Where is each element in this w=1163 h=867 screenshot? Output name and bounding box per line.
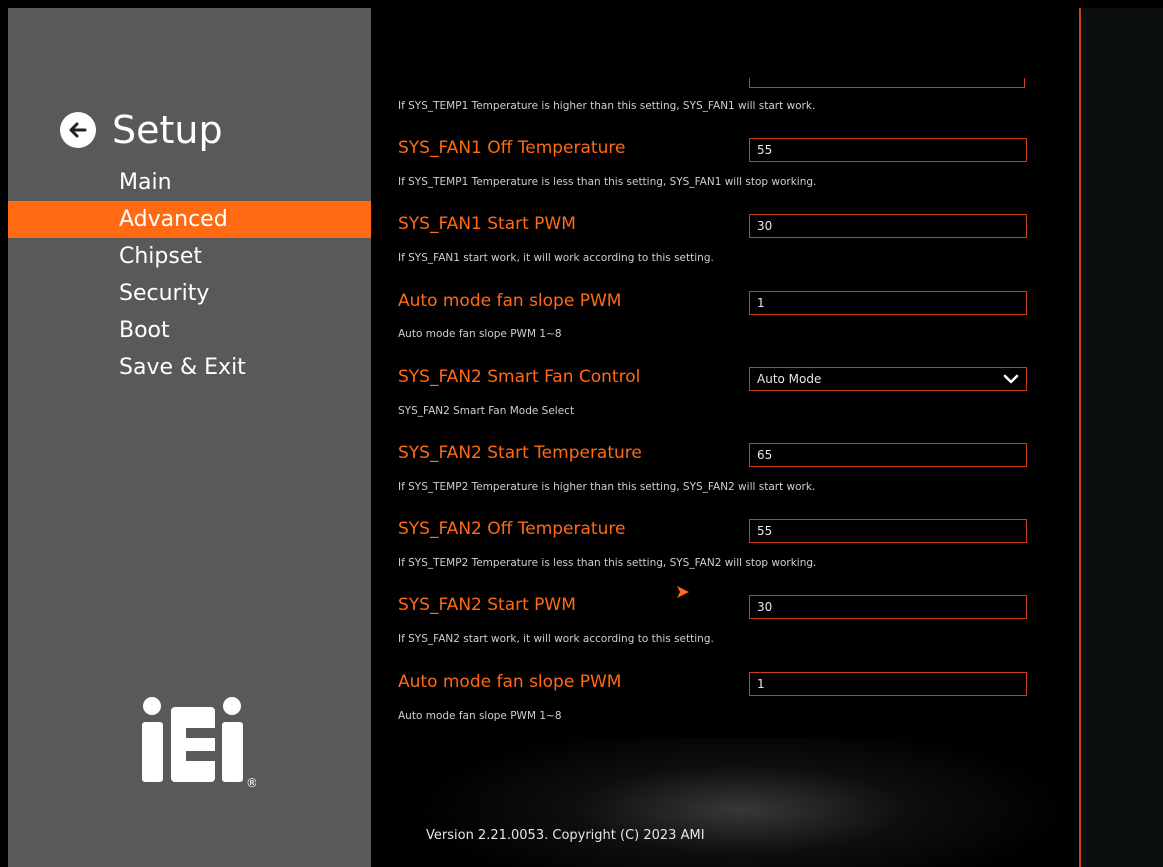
value-field[interactable]: 30 xyxy=(749,214,1027,238)
setting-help: Auto mode fan slope PWM 1~8 xyxy=(398,710,562,722)
setup-title: Setup xyxy=(112,108,223,152)
setting-help: Auto mode fan slope PWM 1~8 xyxy=(398,328,562,340)
setting-help: If SYS_TEMP2 Temperature is less than th… xyxy=(398,557,817,569)
menu-item-save-exit[interactable]: Save & Exit xyxy=(8,349,371,386)
setting-label: SYS_FAN1 Off Temperature xyxy=(398,138,626,158)
mode-select[interactable]: Auto Mode xyxy=(749,367,1027,391)
background-glow xyxy=(411,738,1071,867)
setting-label: SYS_FAN2 Smart Fan Control xyxy=(398,367,641,387)
menu-item-main[interactable]: Main xyxy=(8,164,371,201)
setting-label: SYS_FAN2 Off Temperature xyxy=(398,519,626,539)
sidebar: Setup Main Advanced Chipset Security Boo… xyxy=(8,8,371,867)
setting-help: If SYS_TEMP2 Temperature is higher than … xyxy=(398,481,816,493)
back-arrow-icon[interactable] xyxy=(60,112,96,148)
menu-item-security[interactable]: Security xyxy=(8,275,371,312)
bios-window: Setup Main Advanced Chipset Security Boo… xyxy=(8,8,1163,867)
menu-item-chipset[interactable]: Chipset xyxy=(8,238,371,275)
main-menu: Main Advanced Chipset Security Boot Save… xyxy=(8,164,371,386)
scrolled-field[interactable] xyxy=(749,78,1025,88)
setting-help: SYS_FAN2 Smart Fan Mode Select xyxy=(398,405,575,417)
value-field[interactable]: 55 xyxy=(749,519,1027,543)
setting-help: If SYS_FAN1 start work, it will work acc… xyxy=(398,252,714,264)
version-text: Version 2.21.0053. Copyright (C) 2023 AM… xyxy=(426,828,705,843)
setting-help: If SYS_TEMP1 Temperature is less than th… xyxy=(398,176,817,188)
settings-panel: If SYS_TEMP1 Temperature is higher than … xyxy=(371,8,1079,867)
setting-label: SYS_FAN1 Start PWM xyxy=(398,214,576,234)
setting-help: If SYS_FAN2 start work, it will work acc… xyxy=(398,633,714,645)
menu-item-boot[interactable]: Boot xyxy=(8,312,371,349)
chevron-down-icon xyxy=(1003,374,1019,384)
menu-item-advanced[interactable]: Advanced xyxy=(8,201,371,238)
setting-label: SYS_FAN2 Start PWM xyxy=(398,595,576,615)
setting-label: SYS_FAN2 Start Temperature xyxy=(398,443,642,463)
select-value: Auto Mode xyxy=(757,372,822,386)
setting-label: Auto mode fan slope PWM xyxy=(398,672,622,692)
value-field[interactable]: 55 xyxy=(749,138,1027,162)
value-field[interactable]: 65 xyxy=(749,443,1027,467)
registered-mark: ® xyxy=(246,776,256,790)
setting-help: If SYS_TEMP1 Temperature is higher than … xyxy=(398,100,816,112)
right-panel xyxy=(1081,8,1163,867)
value-field[interactable]: 30 xyxy=(749,595,1027,619)
iei-logo: ® xyxy=(142,697,256,790)
pointer-cursor-icon xyxy=(677,586,689,598)
back-nav[interactable]: Setup xyxy=(60,100,223,160)
value-field[interactable]: 1 xyxy=(749,291,1027,315)
setting-label: Auto mode fan slope PWM xyxy=(398,291,622,311)
value-field[interactable]: 1 xyxy=(749,672,1027,696)
